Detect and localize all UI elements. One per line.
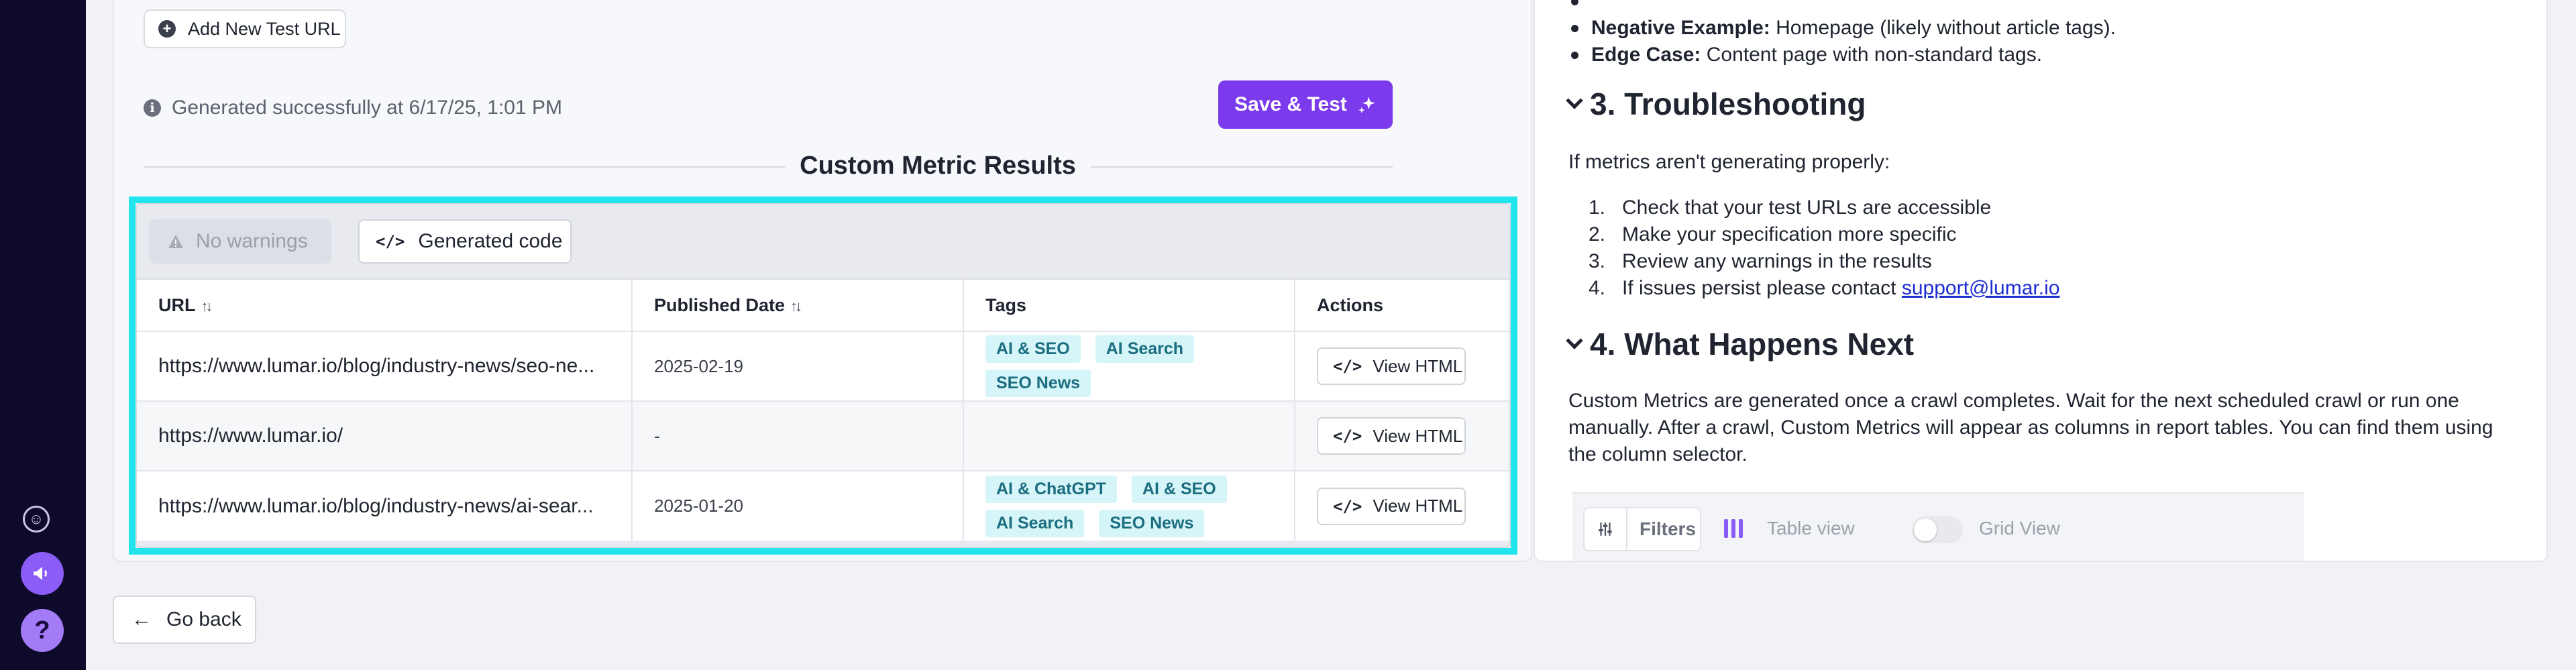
chevron-down-icon bbox=[1566, 92, 1583, 109]
columns-icon[interactable] bbox=[1724, 519, 1743, 538]
warning-icon bbox=[168, 235, 183, 248]
column-header-tags: Tags bbox=[963, 278, 1295, 331]
accessibility-icon[interactable]: ☺ bbox=[23, 506, 50, 533]
generation-status: i Generated successfully at 6/17/25, 1:0… bbox=[144, 97, 562, 119]
view-html-button[interactable]: </> View HTML bbox=[1317, 417, 1466, 455]
view-toggle[interactable] bbox=[1912, 516, 1963, 543]
list-item: 4. If issues persist please contact suppo… bbox=[1589, 277, 2060, 299]
sort-icon[interactable]: ↑↓ bbox=[201, 298, 213, 315]
save-and-test-button[interactable]: Save & Test bbox=[1218, 80, 1393, 129]
results-toolbar: No warnings </> Generated code bbox=[137, 205, 1509, 278]
column-header-url[interactable]: URL ↑↓ bbox=[137, 278, 633, 331]
go-back-label: Go back bbox=[166, 608, 241, 630]
table-row: https://www.lumar.io/blog/industry-news/… bbox=[137, 470, 1509, 541]
date-cell: 2025-01-20 bbox=[632, 470, 964, 541]
tags-cell: AI & SEO AI Search SEO News bbox=[963, 331, 1295, 401]
url-cell: https://www.lumar.io/blog/industry-news/… bbox=[137, 470, 633, 541]
generated-code-button[interactable]: </> Generated code bbox=[358, 219, 572, 264]
view-html-button[interactable]: </> View HTML bbox=[1317, 347, 1466, 385]
tag-badge: AI & SEO bbox=[985, 335, 1081, 363]
info-icon: i bbox=[144, 99, 161, 117]
tag-badge: AI Search bbox=[1095, 335, 1195, 363]
help-documentation-panel: Negative Example: Homepage (likely witho… bbox=[1534, 0, 2548, 562]
what-happens-next-heading[interactable]: 4. What Happens Next bbox=[1566, 326, 1914, 362]
example-list: Negative Example: Homepage (likely witho… bbox=[1566, 0, 2116, 68]
date-cell: 2025-02-19 bbox=[632, 331, 964, 401]
custom-metric-editor-card: + Add New Test URL i Generated successfu… bbox=[113, 0, 1532, 562]
sort-icon[interactable]: ↑↓ bbox=[790, 298, 802, 315]
table-view-label: Table view bbox=[1767, 518, 1855, 539]
actions-cell: </> View HTML bbox=[1295, 470, 1509, 541]
support-email-link[interactable]: support@lumar.io bbox=[1902, 277, 2060, 299]
column-header-published-date[interactable]: Published Date ↑↓ bbox=[632, 278, 964, 331]
results-highlight-frame: No warnings </> Generated code URL ↑↓ Pub… bbox=[129, 197, 1517, 555]
results-table: URL ↑↓ Published Date ↑↓ Tags Actions http… bbox=[137, 278, 1509, 541]
what-happens-next-text: Custom Metrics are generated once a craw… bbox=[1568, 390, 2493, 465]
filters-button[interactable]: Filters bbox=[1583, 507, 1701, 551]
list-item: Negative Example: Homepage (likely witho… bbox=[1566, 15, 2116, 42]
list-item: Edge Case: Content page with non-standar… bbox=[1566, 42, 2116, 68]
url-cell: https://www.lumar.io/blog/industry-news/… bbox=[137, 331, 633, 401]
view-html-button[interactable]: </> View HTML bbox=[1317, 487, 1466, 525]
list-item: 2. Make your specification more specific bbox=[1589, 223, 1957, 245]
save-test-label: Save & Test bbox=[1234, 93, 1347, 115]
code-icon: </> bbox=[1333, 427, 1362, 445]
troubleshooting-intro: If metrics aren't generating properly: bbox=[1568, 151, 1890, 173]
url-cell: https://www.lumar.io/ bbox=[137, 400, 633, 471]
chevron-down-icon bbox=[1566, 332, 1583, 349]
tags-cell bbox=[963, 400, 1295, 471]
tag-badge: AI & SEO bbox=[1131, 475, 1227, 503]
generated-code-label: Generated code bbox=[418, 230, 563, 252]
no-warnings-label: No warnings bbox=[196, 230, 308, 252]
code-icon: </> bbox=[376, 232, 405, 251]
date-cell: - bbox=[632, 400, 964, 471]
list-item bbox=[1566, 0, 2116, 15]
tags-cell: AI & ChatGPT AI & SEO AI Search SEO News bbox=[963, 470, 1295, 541]
sparkle-icon bbox=[1358, 97, 1375, 113]
section-title: Custom Metric Results bbox=[683, 152, 1193, 180]
grid-view-label: Grid View bbox=[1979, 518, 2060, 539]
results-panel: No warnings </> Generated code URL ↑↓ Pub… bbox=[136, 203, 1511, 548]
tag-badge: SEO News bbox=[985, 370, 1091, 397]
tag-badge: AI & ChatGPT bbox=[985, 475, 1117, 503]
app-sidebar-rail: ☺ ? bbox=[0, 0, 86, 670]
tag-badge: AI Search bbox=[985, 509, 1085, 537]
list-item: 3. Review any warnings in the results bbox=[1589, 250, 1932, 272]
add-url-label: Add New Test URL bbox=[188, 18, 341, 39]
announcements-icon[interactable] bbox=[21, 552, 64, 595]
actions-cell: </> View HTML bbox=[1295, 331, 1509, 401]
code-icon: </> bbox=[1333, 496, 1362, 516]
code-icon: </> bbox=[1333, 357, 1362, 376]
add-new-test-url-button[interactable]: + Add New Test URL bbox=[144, 9, 346, 48]
sliders-icon bbox=[1585, 508, 1627, 550]
no-warnings-button[interactable]: No warnings bbox=[149, 219, 331, 264]
troubleshooting-heading[interactable]: 3. Troubleshooting bbox=[1566, 86, 1866, 122]
plus-circle-icon: + bbox=[158, 20, 176, 38]
filters-label: Filters bbox=[1640, 518, 1697, 539]
column-header-actions: Actions bbox=[1295, 278, 1509, 331]
list-item: 1. Check that your test URLs are accessib… bbox=[1589, 197, 1992, 219]
example-filter-toolbar: Filters Table view Grid View bbox=[1572, 492, 2304, 561]
arrow-left-icon: ← bbox=[131, 608, 152, 630]
go-back-button[interactable]: ← Go back bbox=[113, 596, 256, 644]
status-text: Generated successfully at 6/17/25, 1:01 … bbox=[172, 97, 562, 119]
table-row: https://www.lumar.io/blog/industry-news/… bbox=[137, 331, 1509, 401]
actions-cell: </> View HTML bbox=[1295, 400, 1509, 471]
troubleshooting-steps: 1. Check that your test URLs are accessib… bbox=[1568, 194, 2059, 302]
table-row: https://www.lumar.io/ - </> View HTML bbox=[137, 400, 1509, 471]
help-icon[interactable]: ? bbox=[21, 609, 64, 652]
tag-badge: SEO News bbox=[1099, 509, 1205, 537]
